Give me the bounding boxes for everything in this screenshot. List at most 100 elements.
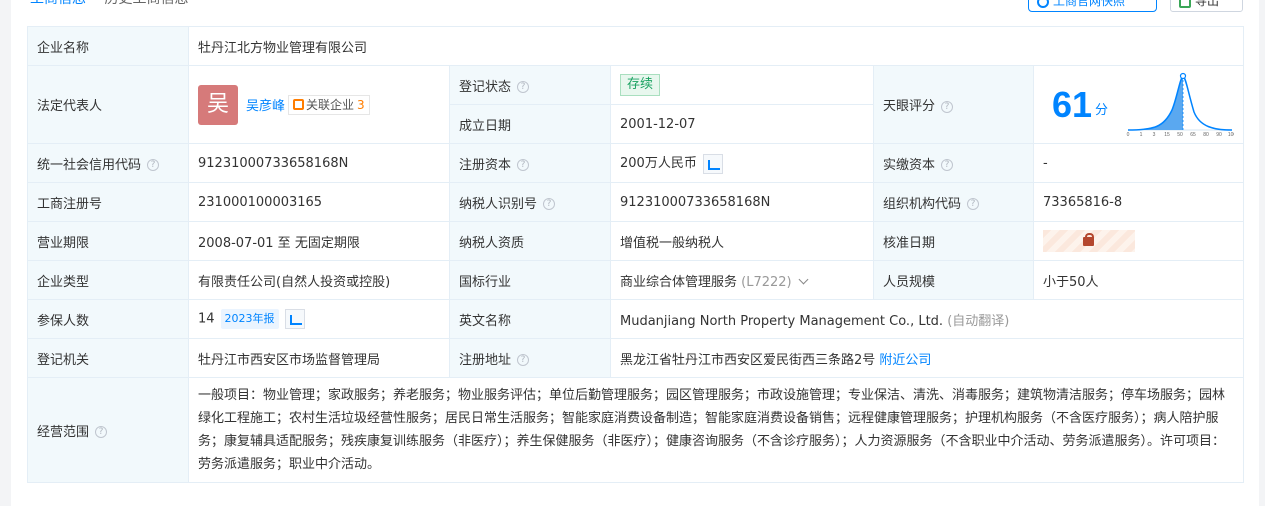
chart-score-point: [1179, 72, 1187, 79]
table-row: 工商注册号 231000100003165 纳税人识别号? 9123100073…: [27, 182, 1245, 222]
taxpayer-id-label-cell: 纳税人识别号?: [449, 182, 611, 222]
taxpayer-id-label: 纳税人识别号: [459, 196, 538, 212]
rating-unit: 分: [1095, 103, 1109, 118]
tab-history-info[interactable]: 历史工商信息: [104, 0, 188, 8]
chart-tick-label: 3: [1153, 132, 1156, 138]
help-icon[interactable]: ?: [517, 159, 530, 171]
company-type-label: 企业类型: [27, 260, 189, 300]
biz-reg-no-value: 231000100003165: [188, 182, 450, 222]
paid-capital-label-cell: 实缴资本?: [873, 143, 1034, 183]
reg-status-label: 登记状态: [459, 79, 512, 95]
insured-value: 14: [198, 311, 215, 327]
reg-capital-label-cell: 注册资本?: [449, 143, 611, 183]
legal-rep-label: 法定代表人: [27, 65, 189, 144]
rating-distribution-chart: 0 1 3 15 50 65 80 90 100: [1127, 72, 1234, 138]
rating-score: 61: [1052, 83, 1093, 125]
rating-cell[interactable]: 61分 0 1 3 15 50 65 80 90 100: [1032, 65, 1245, 144]
scope-value: 一般项目：物业管理；家政服务；养老服务；物业服务评估；单位后勤管理服务；园区管理…: [187, 377, 1245, 483]
english-name-value: Mudanjiang North Property Management Co.…: [620, 313, 944, 329]
table-row: 企业名称 牡丹江北方物业管理有限公司: [27, 26, 1245, 66]
related-icon: [293, 98, 305, 110]
table-row: 营业期限 2008-07-01 至 无固定期限 纳税人资质 增值税一般纳税人 核…: [27, 221, 1245, 261]
table-row: 参保人数 14 2023年报 英文名称 Mudanjiang North Prop…: [27, 299, 1245, 339]
company-type-value: 有限责任公司(自然人投资或控股): [188, 260, 450, 300]
taxpayer-quali-value: 增值税一般纳税人: [610, 221, 874, 261]
help-icon[interactable]: ?: [941, 159, 954, 171]
english-name-label: 英文名称: [449, 299, 611, 339]
gsxt-snapshot-button[interactable]: 工商官网快照: [1028, 0, 1157, 12]
auto-translate-note: (自动翻译): [947, 313, 1010, 329]
nearby-companies-link[interactable]: 附近公司: [879, 353, 931, 368]
taxpayer-quali-label: 纳税人资质: [449, 221, 611, 261]
approval-date-cell: [1032, 221, 1245, 261]
org-code-label-cell: 组织机构代码?: [873, 182, 1034, 222]
address-label-cell: 注册地址?: [449, 338, 611, 378]
help-icon[interactable]: ?: [95, 426, 108, 438]
company-name-value: 牡丹江北方物业管理有限公司: [187, 26, 1245, 66]
table-row: 经营范围? 一般项目：物业管理；家政服务；养老服务；物业服务评估；单位后勤管理服…: [27, 377, 1245, 483]
established-value: 2001-12-07: [610, 104, 874, 144]
approval-date-label: 核准日期: [873, 221, 1034, 261]
staff-size-value: 小于50人: [1032, 260, 1245, 300]
scope-label-cell: 经营范围?: [27, 377, 189, 483]
chart-tick-label: 0: [1127, 132, 1130, 138]
insured-label: 参保人数: [27, 299, 189, 339]
established-label: 成立日期: [449, 104, 611, 144]
capital-chart-icon[interactable]: [702, 153, 723, 174]
reg-capital-label: 注册资本: [459, 157, 512, 173]
related-count: 3: [357, 97, 365, 112]
help-icon[interactable]: ?: [543, 198, 556, 210]
industry-code: (L7222): [741, 274, 792, 290]
help-icon[interactable]: ?: [517, 81, 530, 93]
org-code-value: 73365816-8: [1032, 182, 1245, 222]
tab-bar: 工商信息 历史工商信息: [30, 0, 202, 8]
help-icon[interactable]: ?: [941, 100, 954, 113]
rating-label: 天眼评分: [883, 99, 936, 114]
reg-status-cell: 存续: [610, 65, 874, 105]
org-code-label: 组织机构代码: [883, 196, 962, 212]
export-icon: [1179, 0, 1191, 8]
chart-tick-label: 90: [1216, 132, 1222, 138]
avatar[interactable]: 吴: [198, 84, 238, 125]
scope-label: 经营范围: [37, 424, 90, 440]
industry-label: 国标行业: [449, 260, 611, 300]
authority-label: 登记机关: [27, 338, 189, 378]
table-row: 企业类型 有限责任公司(自然人投资或控股) 国标行业 商业综合体管理服务 (L7…: [27, 260, 1245, 300]
paid-capital-label: 实缴资本: [883, 157, 936, 173]
industry-value: 商业综合体管理服务: [620, 274, 738, 290]
insured-cell: 14 2023年报: [188, 299, 450, 339]
chart-tick-label: 1: [1140, 132, 1143, 138]
rating-label-cell: 天眼评分?: [873, 65, 1034, 144]
legal-rep-name-link[interactable]: 吴彦峰: [246, 99, 285, 114]
chevron-down-icon[interactable]: [798, 274, 809, 284]
address-value: 黑龙江省牡丹江市西安区爱民街西三条路2号: [620, 352, 876, 368]
credit-code-value: 91231000733658168N: [188, 143, 450, 183]
company-name-label: 企业名称: [27, 26, 189, 66]
chart-ticks: 0 1 3 15 50 65 80 90 100: [1127, 132, 1234, 138]
status-badge: 存续: [620, 74, 661, 96]
staff-size-label: 人员规模: [873, 260, 1034, 300]
address-label: 注册地址: [459, 352, 512, 368]
related-label: 关联企业: [306, 97, 355, 112]
export-button[interactable]: 导出: [1170, 0, 1243, 12]
lock-icon[interactable]: [1043, 230, 1135, 252]
related-companies-tag[interactable]: 关联企业 3: [288, 94, 370, 115]
help-icon[interactable]: ?: [967, 198, 980, 210]
help-icon[interactable]: ?: [517, 354, 530, 366]
english-name-cell: Mudanjiang North Property Management Co.…: [609, 299, 1245, 339]
chart-tick-label: 65: [1190, 132, 1196, 138]
reg-capital-value: 200万人民币: [620, 156, 697, 172]
biz-term-value: 2008-07-01 至 无固定期限: [188, 221, 450, 261]
industry-cell[interactable]: 商业综合体管理服务 (L7222): [610, 260, 874, 300]
insured-chart-icon[interactable]: [284, 309, 305, 329]
chart-tick-label: 80: [1203, 132, 1209, 138]
annual-report-tag[interactable]: 2023年报: [220, 309, 279, 329]
legal-rep-cell: 吴吴彦峰 关联企业 3: [188, 65, 450, 144]
help-icon[interactable]: ?: [147, 159, 160, 171]
table-row: 统一社会信用代码? 91231000733658168N 注册资本? 200万人…: [27, 143, 1245, 183]
export-label: 导出: [1195, 0, 1220, 8]
reg-status-label-cell: 登记状态?: [449, 65, 611, 105]
tab-business-info[interactable]: 工商信息: [30, 0, 86, 8]
paid-capital-value: -: [1032, 143, 1245, 183]
business-info-table: 企业名称 牡丹江北方物业管理有限公司 法定代表人 吴吴彦峰 关联企业 3 登记状态?…: [27, 26, 1245, 483]
